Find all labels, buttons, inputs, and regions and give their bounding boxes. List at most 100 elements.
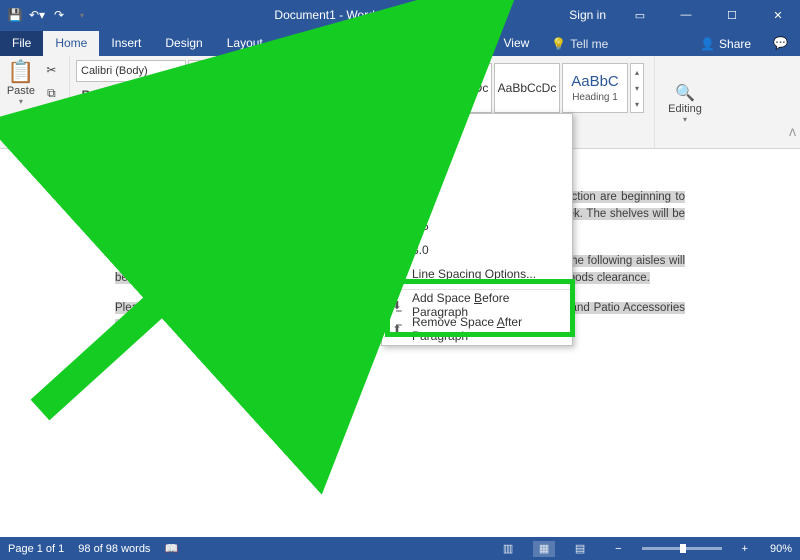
- editing-button[interactable]: Editing: [668, 103, 702, 115]
- view-read-icon[interactable]: ▥: [497, 541, 519, 557]
- numbering-icon[interactable]: ☷: [303, 60, 328, 82]
- qat-customize-icon[interactable]: [72, 6, 90, 24]
- close-button[interactable]: ✕: [756, 0, 800, 30]
- superscript-button[interactable]: x²: [196, 84, 216, 106]
- align-right-icon[interactable]: ≡: [320, 84, 340, 106]
- clipboard-dialog-launcher-icon[interactable]: ◢: [57, 134, 64, 145]
- align-center-icon[interactable]: ≣: [298, 84, 318, 106]
- group-editing: 🔍 Editing ▾: [655, 56, 715, 148]
- tell-me[interactable]: 💡 Tell me: [541, 32, 618, 56]
- style-no-spacing[interactable]: AaBbCcDc: [494, 63, 560, 113]
- find-icon[interactable]: 🔍: [675, 83, 695, 103]
- align-left-icon[interactable]: ≡: [276, 84, 296, 106]
- spacing-2-0[interactable]: 2.0: [382, 190, 572, 214]
- maximize-button[interactable]: ☐: [710, 0, 754, 30]
- tab-mailings[interactable]: Mailings: [360, 31, 428, 56]
- paragraph-dialog-launcher-icon[interactable]: ◢: [369, 134, 376, 145]
- spacing-1-5[interactable]: 1.5: [382, 166, 572, 190]
- spacing-1-15[interactable]: 1.15: [382, 142, 572, 166]
- comments-icon[interactable]: 💬: [761, 31, 800, 56]
- grow-font-icon[interactable]: A▴: [185, 108, 205, 130]
- clear-formatting-icon[interactable]: ◨: [218, 84, 243, 106]
- collapse-ribbon-icon[interactable]: ᐱ: [789, 128, 796, 139]
- tab-home[interactable]: Home: [43, 31, 99, 56]
- tab-design[interactable]: Design: [153, 31, 214, 56]
- ribbon-display-options-icon[interactable]: ▭: [618, 0, 662, 30]
- view-web-icon[interactable]: ▤: [569, 541, 591, 557]
- share-icon: 👤: [700, 37, 715, 51]
- font-dialog-launcher-icon[interactable]: ◢: [179, 134, 186, 145]
- paste-button[interactable]: Paste: [7, 85, 35, 97]
- zoom-out-icon[interactable]: −: [615, 543, 621, 555]
- shrink-font-icon[interactable]: A▾: [207, 108, 227, 130]
- tab-review[interactable]: Review: [428, 31, 491, 56]
- change-case-icon[interactable]: Aa▾: [154, 108, 183, 130]
- status-page[interactable]: Page 1 of 1: [8, 543, 64, 555]
- format-painter-icon[interactable]: 🖌: [40, 105, 63, 127]
- tab-file[interactable]: File: [0, 31, 43, 56]
- italic-button[interactable]: I: [98, 84, 118, 106]
- increase-font-icon[interactable]: A▴: [228, 60, 250, 82]
- undo-icon[interactable]: ↶▾: [28, 6, 46, 24]
- minimize-button[interactable]: —: [664, 0, 708, 30]
- bullets-icon[interactable]: ☰: [276, 60, 301, 82]
- tab-insert[interactable]: Insert: [99, 31, 153, 56]
- add-space-before[interactable]: ⬇̲Add Space Before Paragraph: [382, 293, 572, 317]
- group-label-paragraph: Paragraph: [313, 133, 364, 145]
- share-button[interactable]: 👤 Share: [690, 32, 761, 56]
- remove-space-after[interactable]: ⬆̅Remove Space After Paragraph: [382, 317, 572, 341]
- window-title: Document1 - Word: [90, 8, 559, 22]
- tab-layout[interactable]: Layout: [215, 31, 275, 56]
- signin-link[interactable]: Sign in: [559, 8, 616, 22]
- style-normal[interactable]: AaBbCcDc: [426, 63, 492, 113]
- title-bar: 💾 ↶▾ ↷ Document1 - Word Sign in ▭ — ☐ ✕: [0, 0, 800, 30]
- zoom-in-icon[interactable]: +: [742, 543, 748, 555]
- cut-icon[interactable]: ✂: [40, 59, 63, 81]
- increase-indent-icon[interactable]: ⇥: [380, 60, 400, 82]
- bold-button[interactable]: B: [76, 84, 96, 106]
- zoom-level[interactable]: 90%: [770, 543, 792, 555]
- multilevel-list-icon[interactable]: ≔: [330, 60, 356, 82]
- font-color-icon[interactable]: A: [130, 108, 152, 130]
- view-print-icon[interactable]: ▦: [533, 541, 555, 557]
- spacing-2-5[interactable]: 2.5: [382, 214, 572, 238]
- style-heading-1[interactable]: AaBbCHeading 1: [562, 63, 628, 113]
- save-icon[interactable]: 💾: [6, 6, 24, 24]
- status-words[interactable]: 98 of 98 words: [78, 543, 150, 555]
- spacing-3-0[interactable]: 3.0: [382, 238, 572, 262]
- spacing-1-0[interactable]: 1.0: [382, 118, 572, 142]
- line-spacing-options[interactable]: Line Spacing Options...: [382, 262, 572, 286]
- borders-icon[interactable]: ▦: [303, 108, 328, 130]
- show-marks-icon[interactable]: ¶: [361, 108, 381, 130]
- font-name-combo[interactable]: Calibri (Body)▾: [76, 60, 186, 82]
- proofing-icon[interactable]: 📖: [164, 542, 178, 555]
- redo-icon[interactable]: ↷: [50, 6, 68, 24]
- paste-icon[interactable]: 📋: [7, 59, 34, 85]
- styles-scroll[interactable]: ▴▾▾: [630, 63, 644, 113]
- group-label-font: Font: [153, 133, 175, 145]
- copy-icon[interactable]: ⧉: [40, 82, 63, 104]
- decrease-indent-icon[interactable]: ⇤: [358, 60, 378, 82]
- ribbon-tabs: File Home Insert Design Layout Reference…: [0, 30, 800, 56]
- shading-icon[interactable]: ▧: [276, 108, 301, 130]
- sort-icon[interactable]: A↓: [331, 108, 359, 130]
- status-bar: Page 1 of 1 98 of 98 words 📖 ▥ ▦ ▤ − + 9…: [0, 537, 800, 560]
- strikethrough-button[interactable]: abc: [145, 84, 172, 106]
- tab-view[interactable]: View: [492, 31, 542, 56]
- tab-references[interactable]: References: [275, 31, 360, 56]
- zoom-slider[interactable]: [642, 547, 722, 550]
- group-font: Calibri (Body)▾ 11▾ A▴ B I U abc x₂ x² ◨…: [70, 56, 270, 148]
- group-label-clipboard: Clipboard: [6, 133, 53, 145]
- text-effects-icon[interactable]: A: [76, 108, 99, 130]
- group-clipboard: 📋 Paste ▾ ✂ ⧉ 🖌 Clipboard◢: [0, 56, 70, 148]
- highlight-icon[interactable]: ab: [101, 108, 128, 130]
- font-size-combo[interactable]: 11▾: [188, 60, 226, 82]
- space-after-icon: ⬆̅: [388, 323, 406, 336]
- underline-button[interactable]: U: [120, 84, 143, 106]
- space-before-icon: ⬇̲: [388, 299, 406, 312]
- lightbulb-icon: 💡: [551, 37, 566, 51]
- subscript-button[interactable]: x₂: [174, 84, 194, 106]
- justify-icon[interactable]: ▤: [342, 84, 362, 106]
- line-spacing-menu: 1.0 1.15 1.5 2.0 2.5 3.0 Line Spacing Op…: [381, 113, 573, 346]
- line-spacing-icon[interactable]: [364, 84, 392, 106]
